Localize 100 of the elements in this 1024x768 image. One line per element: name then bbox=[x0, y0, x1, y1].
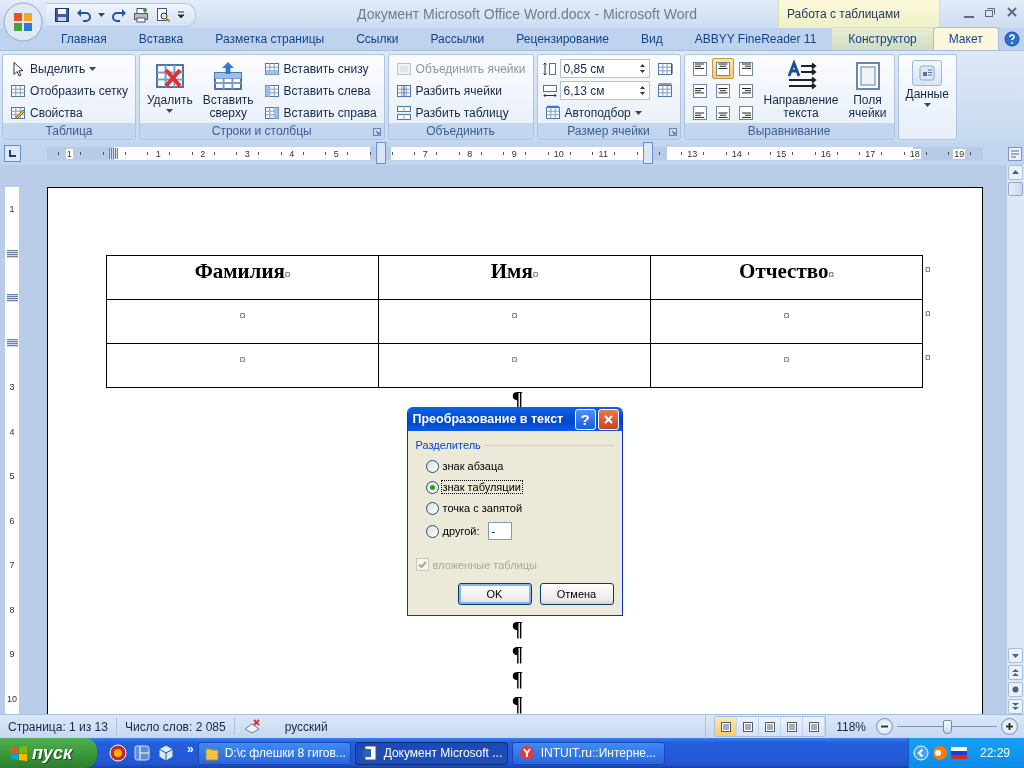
ribbon-tab[interactable]: Рецензирование bbox=[500, 27, 625, 50]
view-button[interactable] bbox=[715, 717, 738, 736]
document-icon bbox=[361, 745, 378, 761]
page-count[interactable]: Страница: 1 из 13 bbox=[0, 718, 117, 735]
row-marker[interactable] bbox=[6, 294, 18, 303]
word-count[interactable]: Число слов: 2 085 bbox=[116, 718, 235, 735]
dialog-button[interactable]: Отмена bbox=[539, 583, 614, 605]
ribbon-button[interactable]: Вставить сверху bbox=[199, 58, 257, 122]
ruler-number: 16 bbox=[819, 148, 832, 159]
ribbon-button[interactable]: Разбить таблицу bbox=[392, 102, 529, 123]
spelling-error-icon bbox=[242, 718, 261, 735]
view-button[interactable] bbox=[737, 717, 760, 736]
separator-field[interactable]: - bbox=[487, 522, 512, 540]
view-button[interactable] bbox=[781, 717, 804, 736]
dropdown-arrow-icon bbox=[166, 109, 174, 113]
ribbon-button[interactable]: Вставить слева bbox=[260, 80, 380, 101]
ribbon-tab[interactable]: ABBYY FineReader 11 bbox=[678, 27, 833, 50]
option-label[interactable]: другой: bbox=[440, 524, 482, 538]
ribbon-button[interactable]: Направление текста bbox=[760, 58, 842, 122]
start-button[interactable]: пуск bbox=[0, 738, 97, 768]
ruler-number: 13 bbox=[686, 148, 699, 159]
group-label: Разделитель bbox=[415, 439, 481, 451]
ruler-number: 2 bbox=[199, 148, 207, 159]
dropdown-arrow-icon bbox=[89, 66, 97, 71]
cell-end-mark: ¤ bbox=[239, 309, 246, 321]
header-text: Фамилия bbox=[194, 259, 285, 283]
ribbon-button[interactable]: Выделить bbox=[7, 58, 131, 79]
option-label[interactable]: знак табуляции bbox=[440, 480, 523, 494]
view-button[interactable] bbox=[803, 717, 826, 736]
indent-marker[interactable] bbox=[642, 141, 653, 164]
spin-field[interactable]: 6,13 см bbox=[559, 81, 650, 100]
context-group-title: Работа с таблицами bbox=[787, 7, 900, 21]
radio-button[interactable] bbox=[425, 459, 439, 473]
ribbon-tab[interactable]: Вставка bbox=[122, 27, 200, 50]
radio-button[interactable] bbox=[425, 524, 439, 538]
ribbon-tab[interactable]: Разметка страницы bbox=[199, 27, 341, 50]
radio-button[interactable] bbox=[425, 480, 439, 494]
language-indicator[interactable]: русский bbox=[260, 719, 356, 734]
text-direction-icon bbox=[785, 60, 817, 92]
ribbon-button[interactable]: Вставить снизу bbox=[260, 58, 380, 79]
ribbon-button[interactable]: Удалить bbox=[143, 58, 196, 115]
ribbon-button[interactable]: Поля ячейки bbox=[845, 58, 890, 122]
more-button[interactable]: » bbox=[183, 742, 198, 756]
close-icon bbox=[1006, 6, 1018, 18]
ribbon-tab[interactable]: Вид bbox=[624, 27, 679, 50]
dialog-launcher-icon bbox=[668, 128, 677, 136]
dialog-button[interactable]: OK bbox=[457, 583, 532, 605]
zoom-slider-thumb[interactable] bbox=[943, 719, 952, 734]
ribbon-button[interactable]: Вставить справа bbox=[260, 102, 380, 123]
header-text: Отчество bbox=[739, 259, 829, 283]
align-icon bbox=[691, 104, 708, 121]
ruler-toggle-icon bbox=[1008, 146, 1022, 161]
ribbon-button[interactable]: Отобразить сетку bbox=[7, 80, 131, 101]
ribbon-tab[interactable]: Конструктор bbox=[832, 27, 933, 50]
ribbon-button[interactable]: Свойства bbox=[7, 102, 131, 123]
tab-stop-icon bbox=[8, 149, 17, 158]
taskbar-button[interactable]: D:\с флешки 8 гигов... bbox=[197, 741, 351, 765]
spin-value: 0,85 см bbox=[563, 61, 605, 76]
ribbon-tab[interactable]: Главная bbox=[45, 27, 123, 50]
taskbar-button[interactable]: INTUIT.ru::Интерне... bbox=[511, 741, 665, 765]
tab-selector-button[interactable] bbox=[4, 145, 21, 162]
radio-button[interactable] bbox=[425, 501, 439, 515]
margin-marker[interactable] bbox=[109, 148, 119, 159]
ribbon-tab[interactable]: Макет bbox=[932, 27, 999, 50]
option-label[interactable]: знак абзаца bbox=[440, 459, 506, 473]
view-layout-icon bbox=[807, 720, 820, 733]
scroll-thumb[interactable] bbox=[1008, 182, 1023, 196]
help-button[interactable]: ? bbox=[574, 408, 596, 430]
undo-icon bbox=[76, 7, 92, 23]
browser-icon bbox=[518, 745, 535, 761]
align-button[interactable] bbox=[711, 58, 734, 79]
ruler-number: 11 bbox=[597, 148, 609, 159]
ribbon-button[interactable]: Автоподбор bbox=[541, 102, 650, 123]
dialog-launcher-icon bbox=[372, 128, 381, 136]
view-button[interactable] bbox=[759, 717, 782, 736]
zoom-level[interactable]: 118% bbox=[830, 719, 872, 734]
ribbon-tab[interactable]: Ссылки bbox=[340, 27, 415, 50]
taskbar-button[interactable]: Документ Microsoft ... bbox=[354, 741, 508, 765]
ribbon-button[interactable]: Данные bbox=[902, 58, 952, 109]
close-button[interactable] bbox=[597, 408, 619, 430]
dropdown-arrow-icon bbox=[634, 110, 642, 115]
ruler-number: 8 bbox=[466, 148, 474, 159]
view-layout-icon bbox=[741, 720, 754, 733]
browser-icon bbox=[109, 744, 127, 762]
ribbon-tab[interactable]: Рассылки bbox=[414, 27, 501, 50]
vertical-scrollbar[interactable] bbox=[1006, 165, 1024, 714]
option-label[interactable]: точка с запятой bbox=[440, 501, 525, 515]
zoom-in-button[interactable] bbox=[1001, 718, 1018, 735]
paragraph-mark: ¶ bbox=[510, 388, 524, 410]
table-grid-icon bbox=[10, 82, 26, 99]
spin-field[interactable]: 0,85 см bbox=[559, 59, 650, 78]
ribbon-button[interactable]: Разбить ячейки bbox=[392, 80, 529, 101]
zoom-out-button[interactable] bbox=[876, 718, 893, 735]
margin-marker[interactable] bbox=[6, 249, 18, 258]
spin-arrows-icon bbox=[638, 62, 646, 75]
indent-marker[interactable] bbox=[375, 141, 386, 164]
distribute-columns-icon bbox=[656, 82, 673, 99]
row-marker[interactable] bbox=[6, 338, 18, 347]
header-text: Имя bbox=[490, 259, 533, 283]
browse-object-icon bbox=[1011, 685, 1020, 694]
